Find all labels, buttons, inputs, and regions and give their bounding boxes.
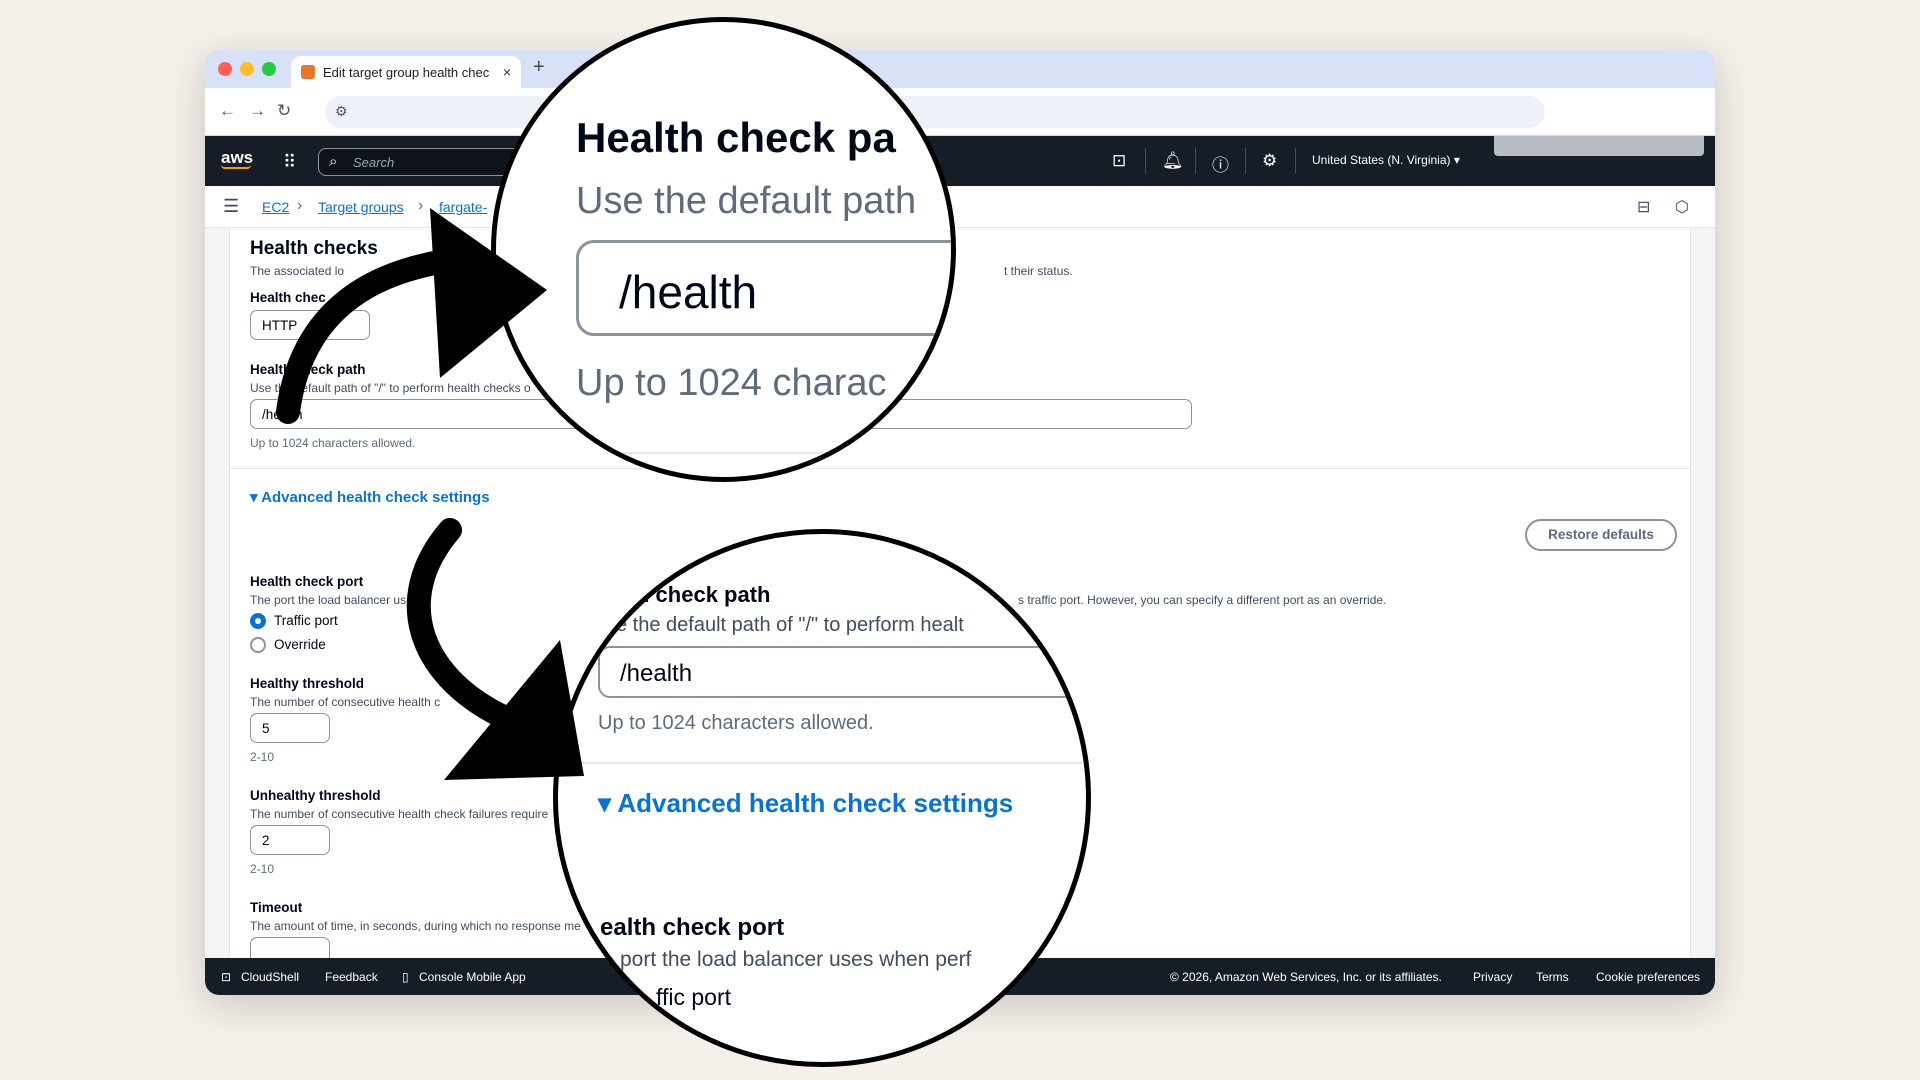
zoom-path-label: h check path: [636, 582, 771, 607]
cookie-preferences-link[interactable]: Cookie preferences: [1596, 970, 1700, 984]
restore-defaults-button[interactable]: Restore defaults: [1525, 519, 1677, 551]
health-check-port-description-end: s traffic port. However, you can specify…: [1018, 593, 1387, 607]
cloudshell-footer-icon[interactable]: ⊡: [221, 970, 231, 984]
forward-arrow-icon[interactable]: →: [249, 101, 266, 121]
help-icon[interactable]: ⓘ: [1212, 151, 1229, 176]
info-panel-icon[interactable]: ⬡: [1675, 197, 1689, 217]
site-settings-icon[interactable]: ⚙: [335, 103, 348, 120]
services-grid-icon[interactable]: ⠿: [283, 152, 296, 173]
zoom-path-title: Health check pa: [576, 114, 896, 161]
zoom-traffic-port: ffic port: [656, 984, 731, 1010]
favicon-icon: [301, 65, 315, 79]
copyright-text: © 2026, Amazon Web Services, Inc. or its…: [1170, 970, 1442, 984]
url-input[interactable]: ⚙: [325, 96, 1545, 128]
healthy-threshold-value: 5: [262, 721, 270, 736]
healthy-threshold-description: The number of consecutive health c: [250, 695, 441, 709]
section-description-end: t their status.: [1004, 264, 1073, 278]
aws-console-header: aws ⠿ ⌕ Search ⊡ 🔔︎ ⓘ ⚙ United States (N…: [205, 136, 1715, 186]
advanced-settings-label: Advanced health check settings: [261, 489, 490, 506]
unhealthy-threshold-value: 2: [262, 833, 270, 848]
settings-gear-icon[interactable]: ⚙: [1262, 151, 1277, 171]
zoom-port-description: port the load balancer uses when perf: [620, 948, 972, 971]
traffic-port-label: Traffic port: [274, 613, 338, 628]
section-title: Health checks: [250, 238, 378, 259]
zoom-path-hint: Up to 1024 charac: [576, 362, 887, 404]
zoom-port-label: ealth check port: [600, 914, 785, 941]
healthy-threshold-input[interactable]: 5: [250, 713, 330, 743]
feedback-panel-icon[interactable]: ⊟: [1637, 197, 1650, 217]
notifications-bell-icon[interactable]: 🔔︎: [1162, 151, 1184, 171]
chevron-right-icon: ›: [418, 197, 424, 214]
terms-link[interactable]: Terms: [1536, 970, 1569, 984]
cloudshell-icon[interactable]: ⊡: [1112, 151, 1126, 171]
browser-tab[interactable]: Edit target group health chec ×: [291, 56, 521, 88]
health-check-port-label: Health check port: [250, 574, 364, 589]
health-check-path-description: Use the default path of "/" to perform h…: [250, 381, 531, 395]
reload-icon[interactable]: ↻: [277, 101, 291, 121]
search-icon: ⌕: [329, 153, 338, 170]
zoom-path-hint-2: Up to 1024 characters allowed.: [598, 712, 874, 734]
section-description: The associated lo: [250, 264, 345, 278]
unhealthy-threshold-label: Unhealthy threshold: [250, 788, 381, 803]
zoom-path-input: /health: [576, 240, 951, 336]
new-tab-button[interactable]: +: [533, 56, 545, 79]
region-selector[interactable]: United States (N. Virginia) ▾: [1312, 153, 1460, 167]
protocol-label: Health chec: [250, 290, 326, 305]
zoom-advanced-label: Advanced health check settings: [617, 788, 1014, 818]
privacy-link[interactable]: Privacy: [1473, 970, 1512, 984]
unhealthy-threshold-input[interactable]: 2: [250, 825, 330, 855]
aws-logo[interactable]: aws: [221, 148, 253, 169]
advanced-settings-toggle[interactable]: ▾ Advanced health check settings: [250, 488, 490, 506]
zoom-lens-path: Health check pa Use the default path /he…: [491, 17, 956, 482]
close-window-button[interactable]: [218, 62, 232, 76]
tab-title: Edit target group health chec: [323, 64, 490, 80]
breadcrumb: ☰ EC2 › Target groups › fargate- ⊟ ⬡: [205, 186, 1715, 228]
zoom-path-description-2: e the default path of "/" to perform hea…: [616, 614, 964, 636]
protocol-select[interactable]: HTTP: [250, 310, 370, 340]
zoom-path-value: /health: [619, 266, 758, 318]
breadcrumb-target-groups[interactable]: Target groups: [318, 199, 404, 215]
minimize-window-button[interactable]: [240, 62, 254, 76]
breadcrumb-ec2[interactable]: EC2: [262, 199, 289, 215]
cloudshell-link[interactable]: CloudShell: [241, 970, 299, 984]
zoom-path-input-2: /health: [598, 646, 1086, 698]
account-menu[interactable]: [1494, 136, 1704, 156]
unhealthy-threshold-description: The number of consecutive health check f…: [250, 807, 549, 821]
mobile-app-icon[interactable]: ▯: [402, 970, 409, 984]
traffic-port-radio[interactable]: [250, 613, 266, 629]
caret-down-icon: ▾: [250, 489, 258, 506]
unhealthy-threshold-range: 2-10: [250, 862, 275, 876]
health-check-path-hint: Up to 1024 characters allowed.: [250, 436, 416, 450]
timeout-label: Timeout: [250, 900, 303, 915]
hamburger-menu-icon[interactable]: ☰: [223, 196, 239, 217]
close-tab-icon[interactable]: ×: [503, 64, 511, 80]
tab-bar: Edit target group health chec × +: [205, 50, 1715, 88]
maximize-window-button[interactable]: [262, 62, 276, 76]
health-check-path-value: /health: [262, 407, 303, 422]
override-port-label: Override: [274, 637, 326, 652]
feedback-link[interactable]: Feedback: [325, 970, 378, 984]
aws-logo-text: aws: [221, 148, 254, 167]
breadcrumb-target-group[interactable]: fargate-: [439, 199, 487, 215]
zoom-path-value-2: /health: [620, 660, 693, 687]
zoom-lens-advanced: h check path e the default path of "/" t…: [553, 529, 1091, 1067]
timeout-input[interactable]: [250, 937, 330, 958]
health-check-path-label: Health check path: [250, 362, 366, 377]
zoom-path-description: Use the default path: [576, 180, 917, 222]
protocol-value: HTTP: [262, 318, 298, 333]
zoom-caret-down-icon: ▾: [598, 788, 612, 818]
mobile-app-link[interactable]: Console Mobile App: [419, 970, 526, 984]
zoom-advanced-toggle: ▾ Advanced health check settings: [598, 788, 1013, 819]
chevron-right-icon: ›: [297, 197, 303, 214]
search-placeholder: Search: [353, 155, 395, 170]
back-arrow-icon[interactable]: ←: [219, 101, 236, 121]
healthy-threshold-range: 2-10: [250, 750, 275, 764]
override-port-radio[interactable]: [250, 637, 266, 653]
address-bar: ← → ↻ ⚙: [205, 88, 1715, 136]
healthy-threshold-label: Healthy threshold: [250, 676, 365, 691]
health-check-port-description: The port the load balancer us: [250, 593, 407, 607]
timeout-description: The amount of time, in seconds, during w…: [250, 919, 581, 933]
